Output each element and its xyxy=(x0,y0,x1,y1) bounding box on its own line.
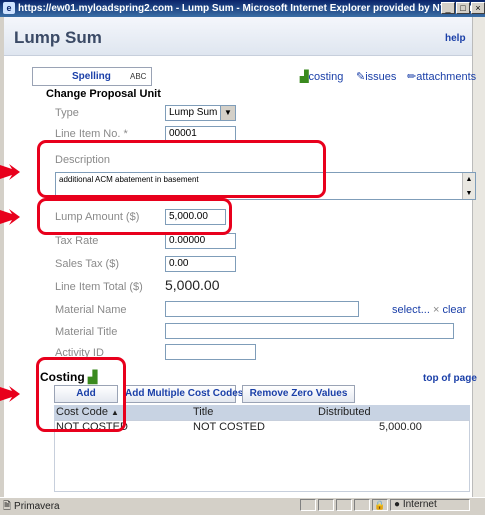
window-title: https://ew01.myloadspring2.com - Lump Su… xyxy=(18,3,485,14)
add-multiple-cost-codes-button[interactable]: Add Multiple Cost Codes xyxy=(124,385,243,403)
sales-tax-input[interactable]: 0.00 xyxy=(165,256,236,272)
close-button[interactable]: × xyxy=(471,2,485,14)
line-total-label: Line Item Total ($) xyxy=(55,281,143,293)
line-item-label: Line Item No. * xyxy=(55,128,128,140)
status-pane xyxy=(318,499,334,511)
zone-text: Internet xyxy=(402,499,437,510)
column-header-title[interactable]: Title xyxy=(193,406,213,418)
section-title: Change Proposal Unit xyxy=(46,88,161,100)
paperclip-icon: ✏ xyxy=(407,71,417,83)
material-name-label: Material Name xyxy=(55,304,127,316)
vertical-scrollbar[interactable] xyxy=(472,17,485,497)
ie-icon: e xyxy=(3,2,15,14)
issues-link[interactable]: ✎issues xyxy=(356,70,396,83)
table-row-distributed[interactable]: 5,000.00 xyxy=(379,421,422,433)
arrow-icon xyxy=(0,209,20,225)
spelling-label: Spelling xyxy=(72,71,111,82)
help-link[interactable]: help xyxy=(445,33,466,44)
chevron-down-icon: ▼ xyxy=(220,106,235,120)
attachments-link[interactable]: ✏attachments xyxy=(407,70,476,83)
status-pane xyxy=(336,499,352,511)
clear-link[interactable]: × clear xyxy=(433,304,466,316)
activity-id-input[interactable] xyxy=(165,344,256,360)
status-pane xyxy=(300,499,316,511)
select-link[interactable]: select... xyxy=(392,304,430,316)
arrow-icon xyxy=(0,164,20,180)
material-title-label: Material Title xyxy=(55,326,118,338)
tax-rate-input[interactable]: 0.00000 xyxy=(165,233,236,249)
zone-pane: ● Internet xyxy=(390,499,470,511)
type-label: Type xyxy=(55,107,79,119)
spellcheck-icon: ABC xyxy=(130,72,147,81)
highlight-lump-amount xyxy=(37,198,232,235)
globe-icon: ● xyxy=(394,499,401,510)
line-total-value: 5,000.00 xyxy=(165,277,220,293)
material-name-input[interactable] xyxy=(165,301,359,317)
tax-rate-label: Tax Rate xyxy=(55,235,99,247)
minimize-button[interactable]: _ xyxy=(441,2,455,14)
top-of-page-link[interactable]: top of page xyxy=(423,373,477,384)
table-row-title[interactable]: NOT COSTED xyxy=(193,421,265,433)
column-header-distributed[interactable]: Distributed xyxy=(318,406,371,418)
type-select[interactable]: Lump Sum ▼ xyxy=(165,105,236,121)
highlight-costing xyxy=(36,357,126,432)
textarea-scrollbar[interactable]: ▲ ▼ xyxy=(462,173,475,199)
page-icon: 🗎 xyxy=(3,501,12,512)
costing-link[interactable]: ▟costing xyxy=(300,70,343,83)
highlight-description xyxy=(37,140,326,198)
sales-tax-label: Sales Tax ($) xyxy=(55,258,119,270)
pen-icon: ✎ xyxy=(356,71,366,83)
arrow-icon xyxy=(0,386,20,402)
status-text: Primavera xyxy=(14,501,60,512)
lock-icon: 🔒 xyxy=(372,499,388,511)
remove-zero-values-button[interactable]: Remove Zero Values xyxy=(242,385,355,403)
window-titlebar: e https://ew01.myloadspring2.com - Lump S… xyxy=(0,0,485,17)
maximize-button[interactable]: □ xyxy=(456,2,470,14)
page-title: Lump Sum xyxy=(14,28,102,47)
material-title-input[interactable] xyxy=(165,323,454,339)
status-pane xyxy=(354,499,370,511)
